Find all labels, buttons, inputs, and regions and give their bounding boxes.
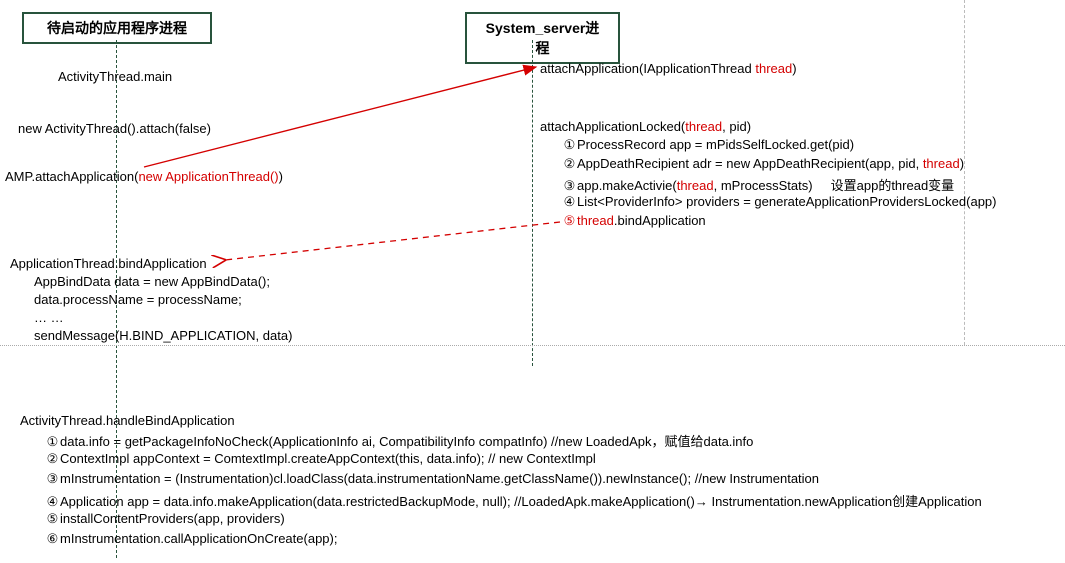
bind-application-line-1: AppBindData data = new AppBindData(); <box>34 273 270 291</box>
bind-application-line-2: data.processName = processName; <box>34 291 242 309</box>
attach-application: attachApplication(IApplicationThread thr… <box>540 60 797 78</box>
lifeline-right <box>532 40 533 366</box>
lifeline-header-right: System_server进程 <box>465 12 620 64</box>
handle-step-4: ④Application app = data.info.makeApplica… <box>45 491 982 510</box>
step-left-2: new ActivityThread().attach(false) <box>18 120 211 138</box>
handle-step-6: ⑥mInstrumentation.callApplicationOnCreat… <box>45 531 337 547</box>
step-left-1: ActivityThread.main <box>58 68 172 86</box>
step-left-3: AMP.attachApplication(new ApplicationThr… <box>5 168 283 186</box>
locked-step-3: ③app.makeActivie(thread, mProcessStats) … <box>562 175 954 194</box>
handle-bind-application-title: ActivityThread.handleBindApplication <box>20 412 235 430</box>
lifeline-header-left: 待启动的应用程序进程 <box>22 12 212 44</box>
locked-step-1: ①ProcessRecord app = mPidsSelfLocked.get… <box>562 137 854 153</box>
handle-step-2: ②ContextImpl appContext = ComtextImpl.cr… <box>45 451 596 467</box>
handle-step-1: ①data.info = getPackageInfoNoCheck(Appli… <box>45 431 753 450</box>
locked-step-4: ④List<ProviderInfo> providers = generate… <box>562 194 997 210</box>
bind-application-title: ApplicationThread.bindApplication <box>10 255 207 273</box>
bind-application-line-3: … … <box>34 309 64 327</box>
guide-line <box>964 0 965 345</box>
locked-step-2: ②AppDeathRecipient adr = new AppDeathRec… <box>562 156 964 172</box>
handle-step-5: ⑤installContentProviders(app, providers) <box>45 511 285 527</box>
divider-line <box>0 345 1065 346</box>
locked-step-5: ⑤thread.bindApplication <box>562 213 706 229</box>
bind-application-line-4: sendMessage(H.BIND_APPLICATION, data) <box>34 327 292 345</box>
handle-step-3: ③mInstrumentation = (Instrumentation)cl.… <box>45 471 819 487</box>
attach-application-locked: attachApplicationLocked(thread, pid) <box>540 118 751 136</box>
